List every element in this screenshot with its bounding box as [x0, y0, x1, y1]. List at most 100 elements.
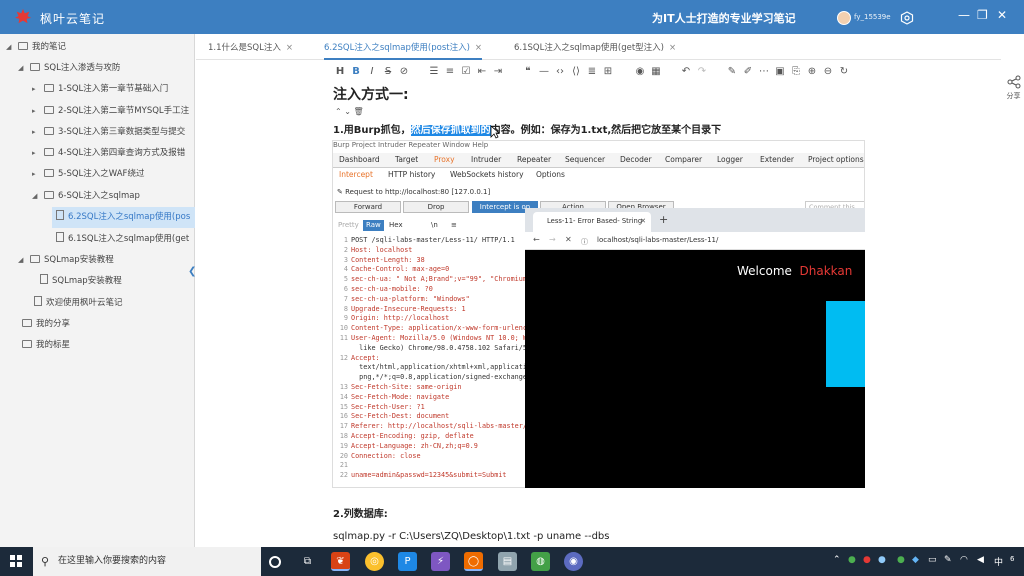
- refresh-icon[interactable]: ↻: [837, 64, 851, 80]
- subtab-options[interactable]: Options: [536, 170, 565, 179]
- burp-tab-logger[interactable]: Logger: [717, 155, 743, 164]
- burp-tab-repeater[interactable]: Repeater: [517, 155, 551, 164]
- forward-arrow-icon[interactable]: →: [549, 235, 556, 244]
- minimize-button[interactable]: —: [958, 8, 970, 22]
- tree-folder-sqlmap-install[interactable]: ◢ SQLmap安装教程: [18, 250, 195, 271]
- wechat-icon[interactable]: ◍: [531, 552, 550, 571]
- code-icon[interactable]: ‹›: [553, 64, 567, 80]
- tree-folder-my-shares[interactable]: 我的分享: [22, 314, 195, 335]
- avatar[interactable]: [837, 11, 851, 25]
- redo-icon[interactable]: ↷: [695, 64, 709, 80]
- numbered-list-icon[interactable]: ≡: [443, 64, 457, 80]
- maximize-button[interactable]: ❐: [977, 8, 988, 22]
- windows-start-icon[interactable]: [10, 555, 22, 567]
- edit-icon[interactable]: ✐: [741, 64, 755, 80]
- ime-indicator[interactable]: 中: [994, 555, 1003, 568]
- burp-icon[interactable]: ⚡: [431, 552, 450, 571]
- tab-close-icon[interactable]: ×: [286, 43, 293, 53]
- close-button[interactable]: ✕: [997, 8, 1007, 22]
- chrome-icon[interactable]: ◎: [365, 552, 384, 571]
- burp-tab-comparer[interactable]: Comparer: [665, 155, 702, 164]
- tab-1-1[interactable]: 1.1什么是SQL注入 ×: [208, 38, 293, 60]
- subtab-http-history[interactable]: HTTP history: [388, 170, 435, 179]
- pretty-toggle[interactable]: Pretty: [335, 220, 362, 231]
- tab-close-icon[interactable]: ×: [669, 43, 676, 53]
- browser-taskbar-icon[interactable]: ◉: [564, 552, 583, 571]
- forward-button[interactable]: Forward: [335, 201, 401, 213]
- new-tab-button[interactable]: +: [659, 213, 668, 226]
- burp-tab-project-options[interactable]: Project options: [808, 155, 864, 164]
- hex-toggle[interactable]: Hex: [386, 220, 406, 231]
- horizontal-rule-icon[interactable]: —: [537, 64, 551, 80]
- tree-folder-chapter-3[interactable]: ▸ 3-SQL注入第三章数据类型与提交: [32, 122, 195, 143]
- code-block-icon[interactable]: ⟨⟩: [569, 64, 583, 80]
- menu-toggle[interactable]: ≡: [448, 220, 460, 231]
- tab-6-2-active[interactable]: 6.2SQL注入之sqlmap使用(post注入) ×: [324, 38, 483, 60]
- tray-expand-icon[interactable]: ⌃: [833, 555, 841, 565]
- search-tool-icon[interactable]: ◯: [464, 552, 483, 571]
- tree-note-sqlmap-install[interactable]: SQLmap安装教程: [40, 271, 195, 292]
- burp-tab-decoder[interactable]: Decoder: [620, 155, 652, 164]
- collapse-sidebar-icon[interactable]: ❮: [188, 266, 196, 277]
- block-controls[interactable]: ⌃ ⌄ 🗑: [335, 107, 364, 116]
- subtab-websockets-history[interactable]: WebSockets history: [450, 170, 524, 179]
- tray-app-icon[interactable]: ●: [863, 555, 871, 565]
- share-button[interactable]: 分享: [1003, 75, 1024, 101]
- notepad-icon[interactable]: ▤: [498, 552, 517, 571]
- checklist-icon[interactable]: ☑: [459, 64, 473, 80]
- quote-icon[interactable]: ❝: [521, 64, 535, 80]
- attachment-icon[interactable]: ⎘: [789, 64, 803, 80]
- undo-icon[interactable]: ↶: [679, 64, 693, 80]
- bold-icon[interactable]: B: [349, 64, 363, 80]
- tab-6-1[interactable]: 6.1SQL注入之sqlmap使用(get型注入) ×: [514, 38, 676, 60]
- tree-folder-chapter-5-waf[interactable]: ▸ 5-SQL注入之WAF绕过: [32, 164, 195, 185]
- table-icon[interactable]: ▦: [649, 64, 663, 80]
- preview-eye-icon[interactable]: ◉: [633, 64, 647, 80]
- tree-folder-chapter-6-sqlmap[interactable]: ◢ 6-SQL注入之sqlmap: [32, 186, 195, 207]
- tree-note-6-2-selected[interactable]: 6.2SQL注入之sqlmap使用(pos: [52, 207, 195, 228]
- tray-shield-icon[interactable]: ◆: [912, 555, 919, 565]
- bullet-list-icon[interactable]: ☰: [427, 64, 441, 80]
- info-icon[interactable]: ⓘ: [581, 237, 588, 247]
- burp-tab-dashboard[interactable]: Dashboard: [339, 155, 380, 164]
- tray-wechat-icon[interactable]: ●: [897, 555, 905, 565]
- tree-folder-chapter-4[interactable]: ▸ 4-SQL注入第四章查询方式及报错: [32, 143, 195, 164]
- zoom-in-icon[interactable]: ⊕: [805, 64, 819, 80]
- image-icon[interactable]: ▣: [773, 64, 787, 80]
- indent-icon[interactable]: ⇥: [491, 64, 505, 80]
- notification-badge[interactable]: 6: [1010, 555, 1014, 563]
- tray-app-icon[interactable]: ●: [848, 555, 856, 565]
- task-view-icon[interactable]: ⧉: [298, 552, 317, 571]
- burp-tab-extender[interactable]: Extender: [760, 155, 794, 164]
- tree-folder-my-stars[interactable]: 我的标星: [22, 335, 195, 356]
- tree-note-welcome[interactable]: 欢迎使用枫叶云笔记: [34, 293, 195, 314]
- burp-tab-intruder[interactable]: Intruder: [471, 155, 501, 164]
- tree-folder-chapter-2[interactable]: ▸ 2-SQL注入第二章节MYSQL手工注: [32, 101, 195, 122]
- strikethrough-icon[interactable]: S: [381, 64, 395, 80]
- volume-icon[interactable]: ◀: [977, 555, 984, 565]
- tree-note-6-1[interactable]: 6.1SQL注入之sqlmap使用(get: [52, 229, 195, 250]
- raw-toggle[interactable]: Raw: [363, 220, 384, 231]
- tree-folder-my-notes[interactable]: ◢ 我的笔记: [6, 37, 195, 58]
- maple-notes-taskbar-icon[interactable]: ❦: [331, 552, 350, 571]
- cortana-icon[interactable]: [269, 556, 281, 568]
- align-icon[interactable]: ≣: [585, 64, 599, 80]
- tree-folder-chapter-1[interactable]: ▸ 1-SQL注入第一章节基础入门: [32, 79, 195, 100]
- more-icon[interactable]: ⋯: [757, 64, 771, 80]
- subtab-intercept[interactable]: Intercept: [339, 170, 373, 179]
- tray-pen-icon[interactable]: ✎: [944, 555, 952, 565]
- stop-loading-icon[interactable]: ✕: [565, 235, 572, 244]
- heading-icon[interactable]: H: [333, 64, 347, 80]
- zoom-out-icon[interactable]: ⊖: [821, 64, 835, 80]
- wifi-icon[interactable]: ◠: [960, 555, 968, 565]
- burp-tab-sequencer[interactable]: Sequencer: [565, 155, 605, 164]
- outdent-icon[interactable]: ⇤: [475, 64, 489, 80]
- tray-network-icon[interactable]: ▭: [928, 555, 937, 565]
- pycharm-icon[interactable]: P: [398, 552, 417, 571]
- format-icon[interactable]: ⊞: [601, 64, 615, 80]
- tree-folder-sql-injection[interactable]: ◢ SQL注入渗透与攻防: [18, 58, 195, 79]
- taskbar-search-box[interactable]: ⚲ 在这里输入你要搜索的内容: [33, 547, 261, 576]
- link-icon[interactable]: ⊘: [397, 64, 411, 80]
- burp-tab-proxy[interactable]: Proxy: [434, 155, 455, 164]
- pen-icon[interactable]: ✎: [725, 64, 739, 80]
